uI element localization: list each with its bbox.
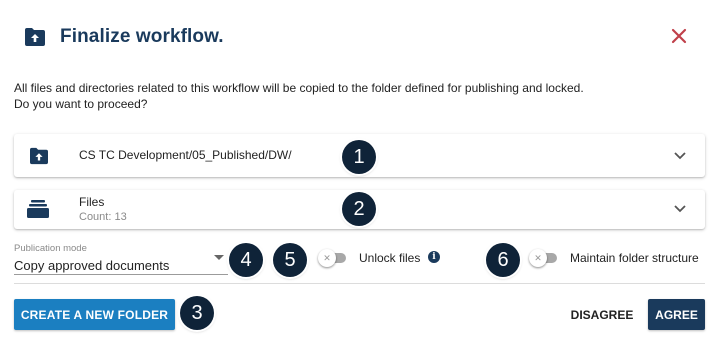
folder-upload-icon [30, 147, 48, 165]
chevron-down-icon[interactable] [673, 204, 687, 214]
toggle-knob: ✕ [529, 249, 547, 267]
dialog-title: Finalize workflow. [60, 26, 224, 47]
files-title: Files [79, 195, 105, 209]
destination-folder-path: CS TC Development/05_Published/DW/ [79, 148, 292, 162]
disagree-button[interactable]: DISAGREE [563, 299, 641, 330]
agree-button[interactable]: AGREE [648, 299, 705, 330]
folder-upload-icon [25, 28, 45, 46]
info-icon[interactable]: i [428, 251, 440, 263]
callout-badge-5: 5 [273, 243, 307, 277]
publication-mode-select[interactable]: Publication mode Copy approved documents [14, 243, 228, 275]
files-panel-text: Files Count: 13 [79, 195, 127, 223]
description-line-1: All files and directories related to thi… [14, 81, 584, 95]
caret-down-icon [214, 255, 224, 260]
publication-mode-value: Copy approved documents [14, 258, 170, 273]
create-new-folder-button[interactable]: CREATE A NEW FOLDER [14, 299, 175, 330]
unlock-files-toggle[interactable]: ✕ [318, 249, 348, 267]
toggle-knob: ✕ [318, 249, 336, 267]
description-line-2: Do you want to proceed? [14, 97, 148, 111]
select-underline [14, 274, 228, 275]
callout-badge-2: 2 [342, 192, 376, 226]
callout-badge-6: 6 [486, 243, 520, 277]
callout-badge-3: 3 [180, 296, 214, 330]
toggle-off-x-icon: ✕ [323, 252, 331, 263]
close-icon[interactable] [669, 26, 689, 46]
dialog-description: All files and directories related to thi… [14, 80, 704, 112]
publication-mode-label: Publication mode [14, 243, 87, 254]
maintain-folder-structure-toggle[interactable]: ✕ [529, 249, 559, 267]
chevron-down-icon[interactable] [673, 151, 687, 161]
file-stack-icon [27, 200, 49, 218]
finalize-workflow-dialog: Finalize workflow. All files and directo… [0, 0, 719, 345]
dialog-header: Finalize workflow. [24, 24, 224, 50]
callout-badge-1: 1 [342, 140, 376, 174]
toggle-off-x-icon: ✕ [534, 252, 542, 263]
files-count: Count: 13 [79, 211, 127, 223]
unlock-files-label: Unlock files [359, 251, 421, 265]
footer-divider [14, 283, 705, 284]
callout-badge-4: 4 [229, 243, 263, 277]
maintain-folder-structure-label: Maintain folder structure [570, 251, 699, 265]
